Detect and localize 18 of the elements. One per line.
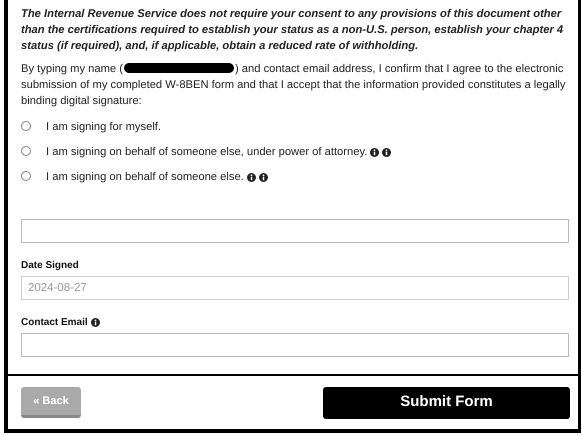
option-label: I am signing on behalf of someone else, under power of attorney.: [46, 145, 368, 160]
input-field[interactable]: [21, 333, 569, 357]
option-label: I am signing for myself.: [46, 120, 162, 136]
option-label: I am signing on behalf of someone else.: [46, 170, 244, 186]
info-icon[interactable]: [258, 173, 268, 182]
input-field[interactable]: [21, 219, 569, 243]
consent-text: By typing my name ( ) and contact email address, I confirm that I agree to the electronic submission of my completed W-8BEN form and that I accept that the information provided constitutes a legally binding digital signature:: [21, 62, 567, 109]
notice-text: The Internal Revenue Service does not require your consent to any provisions of this document other than the certifications required to establish your status as a non-U.S. person, establish your chapter 4 status (if required), and, if applicable, obtain a reduced rate of withholding.: [21, 7, 564, 54]
field-label: Date Signed: [21, 258, 79, 272]
radio-button[interactable]: [21, 146, 31, 156]
radio-button[interactable]: [21, 121, 31, 131]
info-icon[interactable]: [246, 173, 256, 182]
info-icon[interactable]: [370, 148, 380, 157]
submit-button[interactable]: Submit Form: [323, 386, 570, 418]
radio-button[interactable]: [21, 171, 31, 181]
field-label: Contact Email: [21, 316, 88, 330]
info-icon[interactable]: [90, 318, 100, 326]
info-icon[interactable]: [382, 148, 392, 157]
